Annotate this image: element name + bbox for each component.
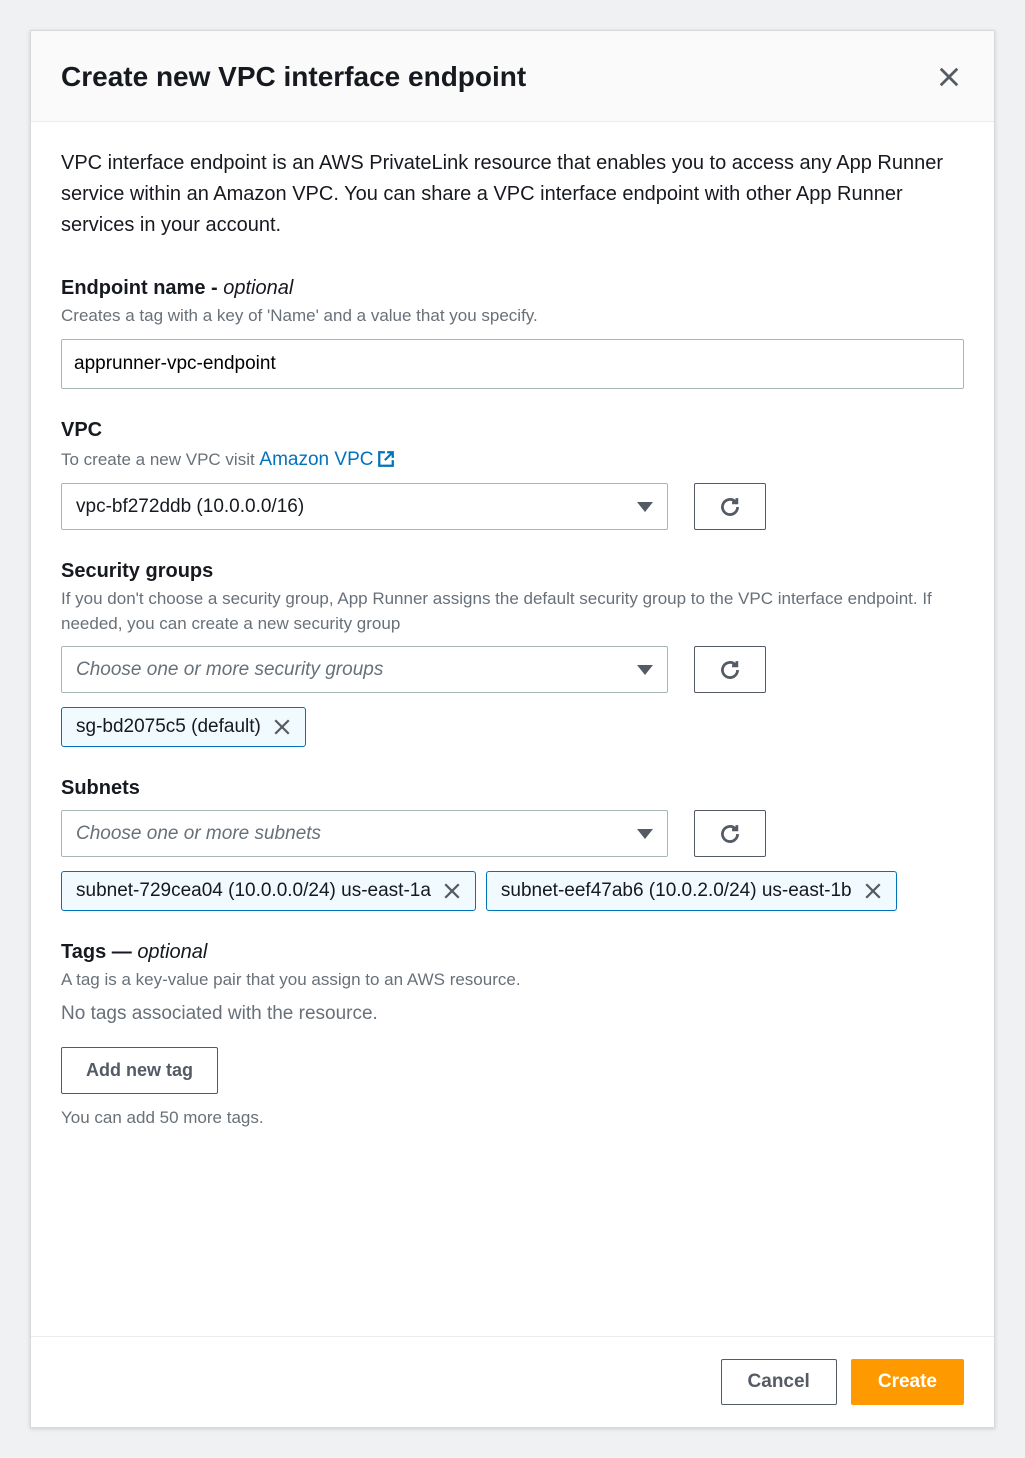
subnets-tokens: subnet-729cea04 (10.0.0.0/24) us-east-1a…: [61, 871, 964, 911]
endpoint-name-label-text: Endpoint name -: [61, 277, 223, 299]
close-button[interactable]: [934, 62, 964, 92]
security-groups-tokens: sg-bd2075c5 (default): [61, 707, 964, 747]
close-icon: [938, 66, 960, 88]
modal-footer: Cancel Create: [31, 1336, 994, 1427]
cancel-button[interactable]: Cancel: [721, 1359, 837, 1405]
security-groups-placeholder: Choose one or more security groups: [76, 659, 383, 681]
refresh-icon: [719, 823, 741, 845]
security-groups-description: If you don't choose a security group, Ap…: [61, 587, 964, 636]
vpc-description: To create a new VPC visit Amazon VPC: [61, 446, 964, 474]
amazon-vpc-link[interactable]: Amazon VPC: [259, 446, 395, 474]
optional-text: optional: [223, 277, 293, 299]
subnet-token: subnet-eef47ab6 (10.0.2.0/24) us-east-1b: [486, 871, 897, 911]
security-groups-select[interactable]: Choose one or more security groups: [61, 646, 668, 693]
vpc-desc-prefix: To create a new VPC visit: [61, 450, 259, 469]
external-link-icon: [377, 450, 395, 468]
subnets-placeholder: Choose one or more subnets: [76, 823, 321, 845]
refresh-icon: [719, 496, 741, 518]
endpoint-name-description: Creates a tag with a key of 'Name' and a…: [61, 304, 964, 329]
subnets-refresh-button[interactable]: [694, 810, 766, 857]
add-new-tag-button[interactable]: Add new tag: [61, 1047, 218, 1094]
security-group-token-label: sg-bd2075c5 (default): [76, 716, 261, 738]
endpoint-name-input[interactable]: [61, 339, 964, 389]
vpc-label: VPC: [61, 419, 964, 442]
endpoint-name-field: Endpoint name - optional Creates a tag w…: [61, 277, 964, 389]
vpc-refresh-button[interactable]: [694, 483, 766, 530]
tag-limit-text: You can add 50 more tags.: [61, 1108, 964, 1128]
no-tags-text: No tags associated with the resource.: [61, 1003, 964, 1025]
tags-label: Tags — optional: [61, 941, 964, 964]
subnets-label: Subnets: [61, 777, 964, 800]
remove-token-button[interactable]: [273, 718, 291, 736]
modal-body: VPC interface endpoint is an AWS Private…: [31, 122, 994, 1336]
subnet-token-label: subnet-729cea04 (10.0.0.0/24) us-east-1a: [76, 880, 431, 902]
vpc-selected-value: vpc-bf272ddb (10.0.0.0/16): [76, 496, 304, 518]
optional-text: optional: [137, 941, 207, 963]
create-vpc-endpoint-modal: Create new VPC interface endpoint VPC in…: [30, 30, 995, 1428]
endpoint-name-label: Endpoint name - optional: [61, 277, 964, 300]
subnet-token-label: subnet-eef47ab6 (10.0.2.0/24) us-east-1b: [501, 880, 852, 902]
subnets-field: Subnets Choose one or more subnets: [61, 777, 964, 911]
security-groups-refresh-button[interactable]: [694, 646, 766, 693]
vpc-select[interactable]: vpc-bf272ddb (10.0.0.0/16): [61, 483, 668, 530]
create-button[interactable]: Create: [851, 1359, 964, 1405]
remove-token-button[interactable]: [443, 882, 461, 900]
subnets-select[interactable]: Choose one or more subnets: [61, 810, 668, 857]
security-group-token: sg-bd2075c5 (default): [61, 707, 306, 747]
vpc-field: VPC To create a new VPC visit Amazon VPC: [61, 419, 964, 531]
caret-down-icon: [637, 502, 653, 512]
modal-title: Create new VPC interface endpoint: [61, 61, 526, 93]
security-groups-field: Security groups If you don't choose a se…: [61, 560, 964, 747]
tags-label-prefix: Tags —: [61, 941, 137, 963]
refresh-icon: [719, 659, 741, 681]
amazon-vpc-link-text: Amazon VPC: [259, 446, 373, 474]
caret-down-icon: [637, 829, 653, 839]
tags-field: Tags — optional A tag is a key-value pai…: [61, 941, 964, 1128]
tags-description: A tag is a key-value pair that you assig…: [61, 968, 964, 993]
caret-down-icon: [637, 665, 653, 675]
modal-header: Create new VPC interface endpoint: [31, 31, 994, 122]
subnet-token: subnet-729cea04 (10.0.0.0/24) us-east-1a: [61, 871, 476, 911]
remove-token-button[interactable]: [864, 882, 882, 900]
modal-description: VPC interface endpoint is an AWS Private…: [61, 148, 964, 241]
security-groups-label: Security groups: [61, 560, 964, 583]
